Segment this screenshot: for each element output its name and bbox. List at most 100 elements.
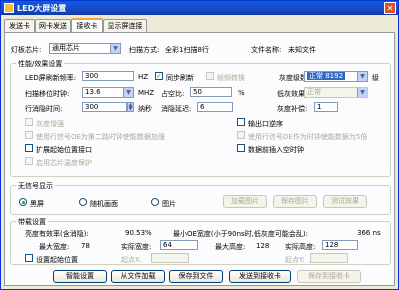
- chip-protect-checkbox[interactable]: [25, 157, 33, 165]
- file-label: 文件名称:: [251, 46, 282, 54]
- scan-value: 全彩1扫描8行: [165, 46, 209, 54]
- min-oe-value: 366 ns: [357, 229, 381, 237]
- output-reverse-checkbox[interactable]: [237, 118, 245, 126]
- receiver-card-panel: 灯板芯片: 通用芯片 ▼ 扫描方式: 全彩1扫描8行 文件名称: 未知文件 性能…: [4, 32, 395, 286]
- sync-refresh-label: 同步刷新: [166, 74, 194, 82]
- set-start-checkbox[interactable]: [25, 254, 33, 262]
- scan-clock-value: 13.6: [85, 88, 101, 96]
- second-signal-checkbox[interactable]: [25, 131, 33, 139]
- tab-receiver-card[interactable]: 接收卡: [71, 18, 103, 33]
- row-blank-label: 行消隐时间:: [25, 105, 63, 113]
- chevron-down-icon: ▼: [110, 44, 120, 53]
- low-gray-value: 正常: [307, 88, 321, 96]
- duty-input[interactable]: 50: [190, 87, 232, 97]
- random-radio[interactable]: [79, 198, 87, 206]
- image-label: 图片: [162, 200, 176, 208]
- gray-value: 正常 8192: [307, 72, 346, 80]
- sync-refresh-checkbox[interactable]: ✓: [155, 72, 163, 80]
- chevron-down-icon: ▼: [357, 72, 367, 81]
- expand-port-label: 扩展起始位置接口: [36, 146, 92, 154]
- gray-select[interactable]: 正常 8192 ▼: [304, 71, 368, 82]
- send-to-receiver-button[interactable]: 发送到接收卡: [229, 270, 291, 283]
- start-x-input[interactable]: [151, 253, 189, 263]
- start-y-label: 起点Y:: [285, 256, 305, 264]
- set-start-label: 设置起始位置: [36, 256, 78, 264]
- chip-value: 通用芯片: [52, 44, 80, 52]
- smart-settings-button[interactable]: 智能设置: [53, 270, 107, 283]
- app-icon: [4, 3, 14, 13]
- expand-port-checkbox[interactable]: [25, 144, 33, 152]
- gray-enhance-label: 灰度增强: [36, 120, 64, 128]
- frame-convert-label: 帧频转换: [217, 74, 245, 82]
- load-group-title: 带载设置: [16, 217, 48, 227]
- blank-delay-input[interactable]: 6: [197, 102, 233, 112]
- duty-label: 占空比:: [161, 90, 185, 98]
- file-value: 未知文件: [288, 46, 316, 54]
- data-insert-checkbox[interactable]: [237, 144, 245, 152]
- settings-window: LED大屏设置 ✕ 发送卡 网卡发送 接收卡 显示屏连接 灯板芯片: 通用芯片 …: [0, 0, 399, 290]
- max-height-value: 128: [256, 242, 270, 250]
- window-title: LED大屏设置: [17, 4, 67, 13]
- close-icon: ✕: [386, 4, 394, 13]
- nosignal-group-title: 无信号显示: [16, 181, 55, 191]
- max-width-value: 78: [81, 242, 90, 250]
- chevron-down-icon: ▼: [357, 88, 367, 97]
- led-freq-unit: HZ: [138, 73, 149, 81]
- image-radio[interactable]: [151, 198, 159, 206]
- gray-comp-input[interactable]: 1: [314, 102, 338, 112]
- actual-height-label: 实际高度:: [285, 243, 316, 251]
- actual-height-input[interactable]: 128: [322, 240, 358, 250]
- black-screen-radio[interactable]: [19, 198, 27, 206]
- chip-label: 灯板芯片:: [11, 46, 42, 54]
- perf-group-title: 性能/效果设置: [16, 59, 65, 69]
- output-reverse-label: 输出口逆序: [248, 120, 283, 128]
- max-height-label: 最大高度:: [215, 243, 246, 251]
- chip-protect-label: 启用芯片温度保护: [36, 159, 92, 167]
- low-gray-label: 低灰效果:: [277, 90, 308, 98]
- min-oe-label: 最小OE宽度(小于90ns时,低灰度可能会乱):: [173, 230, 308, 238]
- data-insert-label: 数据前插入空时钟: [248, 146, 304, 154]
- save-to-receiver-button[interactable]: 保存到接收卡: [297, 270, 361, 283]
- title-bar[interactable]: LED大屏设置 ✕: [1, 1, 398, 15]
- efficiency-label: 亮度有效率(含消隐):: [25, 230, 89, 238]
- blank-delay-label: 消隐延迟:: [161, 105, 192, 113]
- led-freq-input[interactable]: 300: [82, 71, 134, 81]
- save-to-file-button[interactable]: 保存到文件: [169, 270, 223, 283]
- actual-width-label: 实际宽度:: [121, 243, 152, 251]
- tab-nic-send[interactable]: 网卡发送: [35, 19, 71, 32]
- efficiency-value: 90.53%: [125, 229, 152, 237]
- scan-label: 扫描方式:: [129, 46, 160, 54]
- random-label: 随机画面: [90, 200, 118, 208]
- save-image-button[interactable]: 保存图片: [273, 195, 317, 208]
- gray-unit: 级: [372, 74, 379, 82]
- start-x-label: 起点X:: [121, 256, 143, 264]
- second-signal-label: 使用行信号OE为第二路时钟使能数据加强: [36, 133, 165, 141]
- scan-clock-label: 扫描移位时钟:: [25, 90, 70, 98]
- gray-enhance-checkbox[interactable]: [25, 118, 33, 126]
- chevron-down-icon: ▼: [123, 88, 133, 97]
- gray-comp-label: 灰度补偿:: [277, 105, 308, 113]
- row-blank-input[interactable]: 300: [82, 102, 127, 112]
- gray-label: 灰度级数: [279, 74, 307, 82]
- led-freq-label: LED屏刷新频率:: [25, 74, 77, 82]
- row-blank-unit: 纳秒: [138, 105, 152, 113]
- load-image-button[interactable]: 加载图片: [223, 195, 267, 208]
- start-y-input[interactable]: [310, 253, 348, 263]
- chip-select[interactable]: 通用芯片 ▼: [49, 43, 121, 54]
- de-signal-label: 使用行信号DE作为时钟使能数据为5倍: [248, 133, 368, 141]
- frame-convert-checkbox[interactable]: [206, 72, 214, 80]
- test-effect-button[interactable]: 测试效果: [323, 195, 367, 208]
- duty-unit: %: [238, 89, 245, 97]
- actual-width-input[interactable]: 64: [160, 240, 198, 250]
- black-screen-label: 黑屏: [30, 200, 44, 208]
- scan-clock-unit: MHZ: [138, 89, 155, 97]
- row-blank-spinner[interactable]: ▲ ▼: [127, 102, 134, 112]
- tab-sender-card[interactable]: 发送卡: [4, 19, 35, 32]
- close-button[interactable]: ✕: [384, 2, 396, 14]
- low-gray-select[interactable]: 正常 ▼: [304, 87, 368, 98]
- de-signal-checkbox[interactable]: [237, 131, 245, 139]
- scan-clock-select[interactable]: 13.6 ▼: [82, 87, 134, 98]
- max-width-label: 最大宽度:: [39, 243, 70, 251]
- load-from-file-button[interactable]: 从文件加载: [111, 270, 165, 283]
- tab-screen-connect[interactable]: 显示屏连接: [103, 19, 147, 32]
